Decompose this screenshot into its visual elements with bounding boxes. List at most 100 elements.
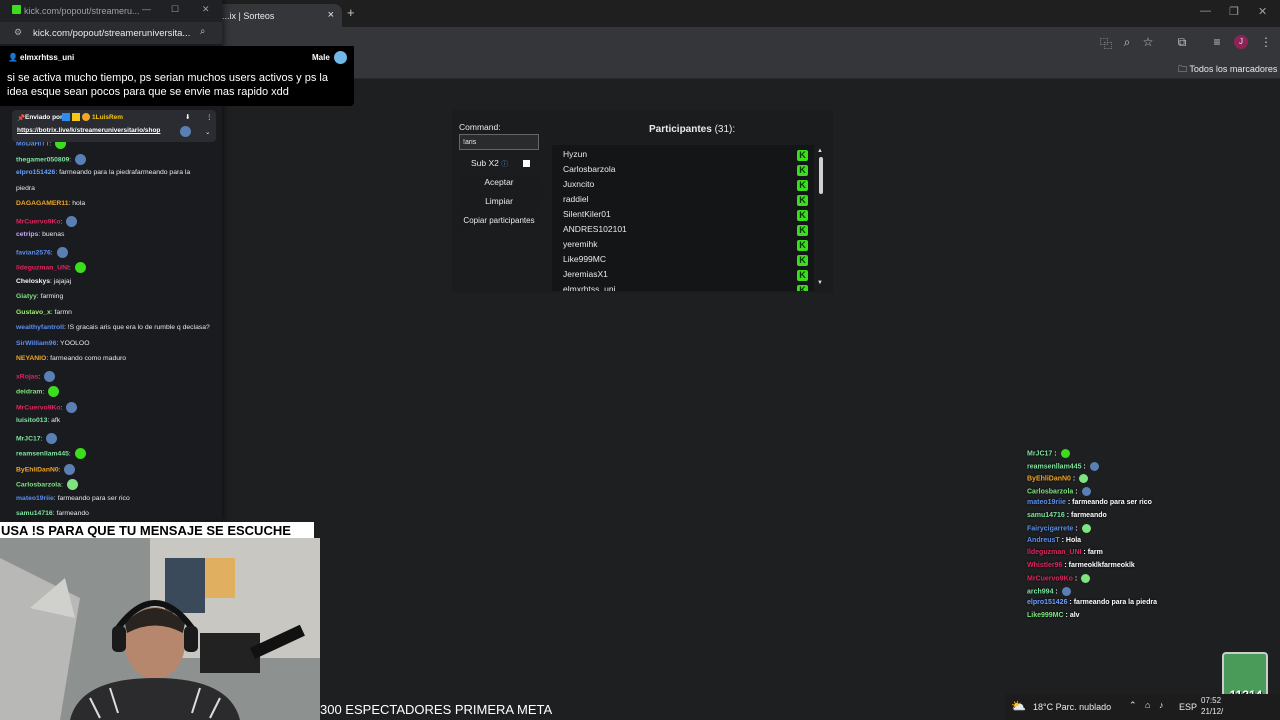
new-tab-button[interactable]: +: [347, 5, 355, 20]
all-bookmarks[interactable]: 🗀 Todos los marcadores: [1178, 62, 1277, 78]
stream-banner: USA !S PARA QUE TU MENSAJE SE ESCUCHE: [0, 522, 314, 539]
popout-maximize-icon[interactable]: ☐: [171, 4, 179, 15]
speaker-icon[interactable]: ♪: [1159, 700, 1164, 710]
highlight-username: elmxrhtss_uni: [20, 53, 75, 62]
chat-username[interactable]: wealthyfantroll: [16, 324, 64, 331]
tab-sorteos[interactable]: ...ix | Sorteos ×: [212, 4, 342, 27]
participant-row: SilentKiler01: [563, 209, 808, 224]
tab-close-icon[interactable]: ×: [328, 9, 334, 21]
participant-row: Carlosbarzola: [563, 164, 808, 179]
zoom-icon[interactable]: ⌕: [1120, 35, 1134, 50]
clear-button[interactable]: Limpiar: [459, 194, 539, 209]
participant-row: Like999MC: [563, 254, 808, 269]
participants-list[interactable]: Hyzun Carlosbarzola Juxncito raddiel SilentK…: [552, 145, 814, 291]
chat-username[interactable]: favian2576: [16, 249, 51, 256]
participants-scrollbar[interactable]: ▲ ▼: [817, 148, 825, 289]
command-input[interactable]: [459, 134, 539, 150]
clock-date[interactable]: 21/12/: [1201, 707, 1223, 716]
network-icon[interactable]: ⌂: [1145, 700, 1150, 710]
kick-badge-icon: [797, 225, 808, 236]
chat-username[interactable]: ByEhliDanN0: [16, 466, 59, 473]
emote-icon: [74, 262, 86, 273]
chat-username[interactable]: thegamer050809: [16, 156, 69, 163]
chat-username[interactable]: samu14716: [16, 510, 53, 517]
bookmark-star-icon[interactable]: ☆: [1141, 35, 1155, 49]
popout-close-icon[interactable]: ✕: [202, 4, 210, 15]
site-settings-icon[interactable]: ⚙: [14, 27, 22, 38]
chat-username[interactable]: elpro151426: [16, 169, 55, 176]
restore-icon[interactable]: ❐: [1229, 5, 1239, 18]
chat-text: farmeando para ser rico: [57, 494, 130, 502]
emote-icon: [1089, 461, 1099, 471]
chat-username[interactable]: Carlosbarzola: [16, 481, 61, 488]
pinned-message: 📌 Enviado por 1LuisRem ⬇ ⋮ https://botri…: [12, 110, 216, 142]
chat-username[interactable]: luisito013: [16, 417, 47, 424]
sub-x2-checkbox[interactable]: [523, 160, 530, 167]
chat-username[interactable]: SirWilliam96: [16, 340, 56, 347]
chat-username[interactable]: cetrips: [16, 231, 38, 238]
command-label: Command:: [459, 122, 501, 132]
chat-message: luisito013: afk: [16, 417, 61, 424]
weather-text[interactable]: 18°C Parc. nublado: [1033, 702, 1111, 712]
language-indicator[interactable]: ESP: [1179, 702, 1197, 712]
chat-username[interactable]: Giatyy: [16, 293, 37, 300]
chat-message: mateo19riie: farmeando para ser rico: [16, 494, 130, 502]
chat-message: samu14716: farmeando: [16, 510, 89, 517]
popout-url[interactable]: kick.com/popout/streameruniversita...: [33, 28, 190, 39]
extensions-icon[interactable]: ⧉: [1175, 35, 1189, 50]
chat-username[interactable]: reamsenllam445: [16, 450, 69, 457]
pinned-link[interactable]: https://botrix.live/k/streameruniversita…: [17, 127, 160, 134]
chat-message: MrCuervo9Ko:: [16, 401, 78, 413]
zoom-icon[interactable]: ⌕: [200, 26, 205, 37]
chat-message: thegamer050809:: [16, 153, 87, 165]
chat-username[interactable]: NEYANIO: [16, 355, 46, 362]
chat-username[interactable]: MrCuervo9Ko: [16, 218, 61, 225]
chat-username[interactable]: Cheloskys: [16, 278, 50, 285]
profile-avatar[interactable]: J: [1234, 35, 1248, 49]
clock-time[interactable]: 07:52: [1201, 696, 1221, 705]
emote-icon: [46, 432, 58, 444]
highlight-message: si se activa mucho tiempo, ps serian muc…: [7, 72, 328, 98]
overlay-text: Hola: [1065, 536, 1082, 544]
translate-icon[interactable]: ⿻: [1099, 35, 1113, 52]
emote-icon: [66, 479, 78, 490]
chat-message: Carlosbarzola:: [16, 479, 78, 490]
chat-message: piedra: [16, 185, 35, 192]
more-icon[interactable]: ⋮: [206, 113, 213, 121]
chat-username[interactable]: DAGAGAMER11: [16, 200, 69, 207]
unpin-icon[interactable]: ⬇: [185, 113, 190, 121]
chevron-down-icon[interactable]: ⌄: [205, 128, 210, 136]
menu-icon[interactable]: ⋮: [1259, 35, 1273, 49]
popout-minimize-icon[interactable]: —: [142, 4, 151, 14]
popout-urlbar: ⚙ kick.com/popout/streameruniversita... …: [0, 22, 222, 44]
emote-icon: [1079, 474, 1089, 483]
chat-username[interactable]: MrJC17: [16, 435, 41, 442]
minimize-icon[interactable]: —: [1200, 5, 1211, 17]
chat-message: DAGAGAMER11: hola: [16, 200, 86, 207]
chat-username[interactable]: Gustavo_x: [16, 309, 51, 316]
chat-text: farming: [40, 293, 64, 300]
chat-text: !S gracais aris que era lo de rumble q d…: [67, 324, 210, 331]
media-icon[interactable]: ≡: [1210, 35, 1224, 49]
highlighted-message: 👤 elmxrhtss_uni Male si se activa mucho …: [0, 46, 354, 106]
chat-username[interactable]: MrCuervo9Ko: [16, 404, 61, 411]
emote-icon: [75, 153, 87, 165]
chat-username[interactable]: deidram: [16, 388, 42, 395]
emote-icon: [66, 215, 78, 227]
overlay-username: Whistler96: [1027, 561, 1063, 569]
participant-name: Hyzun: [563, 149, 588, 159]
accept-button[interactable]: Aceptar: [459, 175, 539, 190]
overlay-chat-message: elpro151426 : farmeando para la piedra: [1027, 599, 1157, 606]
copy-participants-button[interactable]: Copiar participantes: [459, 213, 539, 228]
chat-username[interactable]: mateo19riie: [16, 495, 54, 502]
close-window-icon[interactable]: ✕: [1258, 5, 1267, 18]
chat-text: hola: [72, 200, 86, 207]
chat-message: elpro151426: farmeando para la piedrafar…: [16, 169, 191, 176]
participant-name: SilentKiler01: [563, 209, 611, 219]
chevron-up-icon[interactable]: ⌃: [1129, 700, 1137, 711]
overlay-chat-message: lldeguzman_UNI : farm: [1027, 549, 1103, 556]
overlay-username: Carlosbarzola: [1027, 487, 1074, 495]
chat-message: MrJC17:: [16, 432, 58, 444]
chat-username[interactable]: xRojas: [16, 373, 38, 380]
chat-username[interactable]: lldeguzman_UNI: [16, 264, 69, 271]
